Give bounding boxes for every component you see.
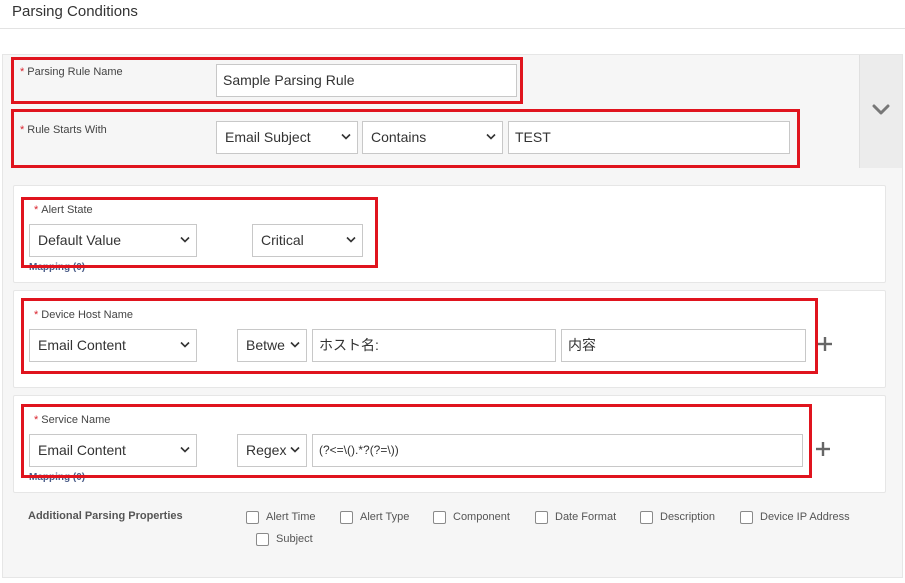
- caret-down-icon: [341, 133, 351, 140]
- page-title: Parsing Conditions: [12, 3, 138, 20]
- service-name-source-select[interactable]: Email Content: [29, 434, 197, 467]
- checkbox-box[interactable]: [256, 533, 269, 546]
- alert-state-mapping-link[interactable]: Mapping (0): [29, 262, 85, 273]
- checkbox-alert-time[interactable]: Alert Time: [246, 510, 326, 526]
- caret-down-icon: [180, 236, 190, 243]
- plus-icon[interactable]: [817, 336, 833, 352]
- device-host-source-select[interactable]: Email Content: [29, 329, 197, 362]
- checkbox-subject[interactable]: Subject: [256, 532, 326, 548]
- plus-icon[interactable]: [815, 441, 831, 457]
- checkbox-device-ip-address[interactable]: Device IP Address: [740, 510, 855, 526]
- alert-state-source-select[interactable]: Default Value: [29, 224, 197, 257]
- checkbox-box[interactable]: [740, 511, 753, 524]
- service-name-regex-input[interactable]: (?<=\().*?(?=\)): [312, 434, 803, 467]
- alert-state-value-select[interactable]: Critical: [252, 224, 363, 257]
- rule-name-input[interactable]: Sample Parsing Rule: [216, 64, 517, 97]
- caret-down-icon: [290, 341, 300, 348]
- service-name-operator-select[interactable]: Regex: [237, 434, 307, 467]
- chevron-down-icon[interactable]: [871, 102, 891, 118]
- required-asterisk: *: [34, 414, 39, 426]
- additional-properties-label: Additional Parsing Properties: [28, 510, 183, 522]
- checkbox-box[interactable]: [340, 511, 353, 524]
- page-header: Parsing Conditions: [0, 0, 905, 29]
- rule-value-input[interactable]: TEST: [508, 121, 790, 154]
- caret-down-icon: [346, 236, 356, 243]
- device-host-end-input[interactable]: 内容: [561, 329, 806, 362]
- required-asterisk: *: [20, 124, 25, 136]
- device-host-operator-select[interactable]: Betwe: [237, 329, 307, 362]
- service-name-label: * Service Name: [34, 414, 111, 426]
- rule-operator-select[interactable]: Contains: [362, 121, 503, 154]
- device-host-name-label: * Device Host Name: [34, 309, 133, 321]
- required-asterisk: *: [34, 309, 39, 321]
- caret-down-icon: [486, 133, 496, 140]
- caret-down-icon: [180, 341, 190, 348]
- checkbox-alert-type[interactable]: Alert Type: [340, 510, 420, 526]
- rule-starts-with-label: * Rule Starts With: [20, 124, 107, 136]
- caret-down-icon: [180, 446, 190, 453]
- required-asterisk: *: [20, 66, 25, 78]
- select-value: Email Content: [38, 442, 126, 458]
- collapse-toggle[interactable]: [859, 55, 902, 168]
- checkbox-box[interactable]: [535, 511, 548, 524]
- checkbox-description[interactable]: Description: [640, 510, 725, 526]
- alert-state-label: * Alert State: [34, 204, 93, 216]
- checkbox-date-format[interactable]: Date Format: [535, 510, 625, 526]
- select-value: Contains: [371, 129, 427, 145]
- select-value: Email Content: [38, 337, 126, 353]
- select-value: Email Subject: [225, 129, 311, 145]
- checkbox-box[interactable]: [246, 511, 259, 524]
- required-asterisk: *: [34, 204, 39, 216]
- checkbox-component[interactable]: Component: [433, 510, 518, 526]
- checkbox-box[interactable]: [433, 511, 446, 524]
- device-host-start-input[interactable]: ホスト名:: [312, 329, 556, 362]
- checkbox-box[interactable]: [640, 511, 653, 524]
- service-name-mapping-link[interactable]: Mapping (0): [29, 472, 85, 483]
- rule-name-label: * Parsing Rule Name: [20, 66, 123, 78]
- select-value: Default Value: [38, 232, 122, 248]
- rule-source-select[interactable]: Email Subject: [216, 121, 358, 154]
- caret-down-icon: [290, 446, 300, 453]
